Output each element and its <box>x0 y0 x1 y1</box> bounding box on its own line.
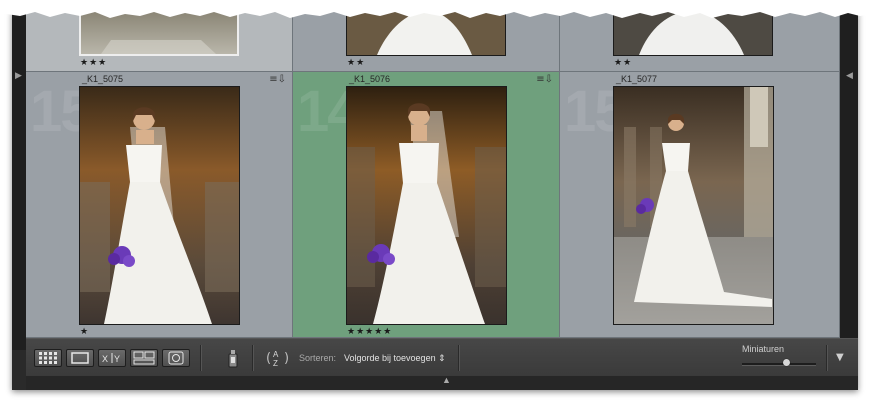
photo-filename: _K1_5076 <box>349 74 391 84</box>
sort-label: Sorteren: <box>299 353 337 363</box>
toolbar-divider <box>252 345 253 371</box>
toolbar-divider <box>200 345 201 371</box>
toolbar-divider <box>458 345 459 371</box>
lightroom-library-window: ▶ ★★★ ★★ ★★ 15 _K1_5075 ≡⇩ ★ 14 _K1_5076… <box>12 10 858 390</box>
thumbnails-label: Miniaturen <box>742 344 785 354</box>
grid-cell-photo-3[interactable]: 15 _K1_5077 <box>560 72 840 338</box>
sort-direction-button[interactable]: ( A Z ) <box>265 347 293 374</box>
survey-view-button[interactable] <box>130 349 158 367</box>
sort-order-dropdown[interactable]: Volgorde bij toevoegen ⇕ <box>344 353 446 364</box>
people-view-button[interactable] <box>162 349 190 367</box>
grid-view-button[interactable] <box>34 349 62 367</box>
library-toolbar: X Y (A Z) Sorteren: Volgorde bij toevo… <box>26 338 858 377</box>
spraycan-icon <box>228 350 238 368</box>
left-panel-edge[interactable]: ▶ <box>12 10 26 350</box>
photo-image <box>347 87 506 324</box>
compare-view-button[interactable]: X Y <box>98 349 126 367</box>
svg-text:A: A <box>273 350 279 359</box>
expand-filmstrip-icon[interactable]: ▲ <box>442 375 451 385</box>
grid-view-icon <box>39 352 57 364</box>
rating-stars[interactable]: ★★ <box>347 58 365 68</box>
loupe-view-icon <box>71 352 89 364</box>
toolbar-options-chevron-down-icon[interactable]: ▼ <box>836 352 844 363</box>
photo-thumbnail[interactable] <box>613 86 774 325</box>
expand-left-panel-icon[interactable]: ▶ <box>15 70 22 81</box>
right-panel-edge[interactable]: ◀ <box>840 10 858 350</box>
rating-stars[interactable]: ★★★ <box>80 58 107 68</box>
people-face-icon <box>168 351 184 365</box>
metadata-badge-icon[interactable]: ≡⇩ <box>536 74 553 85</box>
rating-stars[interactable]: ★ <box>80 327 89 337</box>
grid-cell-photo-1[interactable]: 15 _K1_5075 ≡⇩ ★ <box>26 72 293 338</box>
slider-knob[interactable] <box>782 359 790 366</box>
thumbnail-size-slider[interactable] <box>742 359 816 366</box>
svg-text:Y: Y <box>114 354 120 364</box>
thumbnail-grid: ★★★ ★★ ★★ 15 _K1_5075 ≡⇩ ★ 14 _K1_5076 ≡… <box>26 10 854 338</box>
photo-filename: _K1_5077 <box>616 74 658 84</box>
rating-stars[interactable]: ★★★★★ <box>347 327 392 337</box>
photo-filename: _K1_5075 <box>82 74 124 84</box>
photo-image <box>80 87 239 324</box>
metadata-badge-icon[interactable]: ≡⇩ <box>269 74 286 85</box>
loupe-view-button[interactable] <box>66 349 94 367</box>
svg-text:Z: Z <box>273 359 278 368</box>
filmstrip-edge[interactable]: ▲ <box>26 375 858 390</box>
sort-az-icon: ( A Z ) <box>266 350 289 368</box>
torn-paper-edge <box>0 0 874 18</box>
svg-text:X: X <box>102 354 108 364</box>
expand-right-panel-icon[interactable]: ◀ <box>846 70 853 81</box>
photo-image <box>614 87 773 324</box>
svg-text:(: ( <box>266 351 271 366</box>
grid-cell-photo-2-selected[interactable]: 14 _K1_5076 ≡⇩ ★★★★★ <box>293 72 560 338</box>
rating-stars[interactable]: ★★ <box>614 58 632 68</box>
svg-text:): ) <box>284 351 289 366</box>
toolbar-divider <box>826 345 827 371</box>
photo-thumbnail[interactable] <box>79 86 240 325</box>
compare-view-icon: X Y <box>102 353 120 364</box>
survey-view-icon <box>133 351 155 365</box>
photo-thumbnail[interactable] <box>346 86 507 325</box>
spraycan-button[interactable] <box>226 348 240 373</box>
